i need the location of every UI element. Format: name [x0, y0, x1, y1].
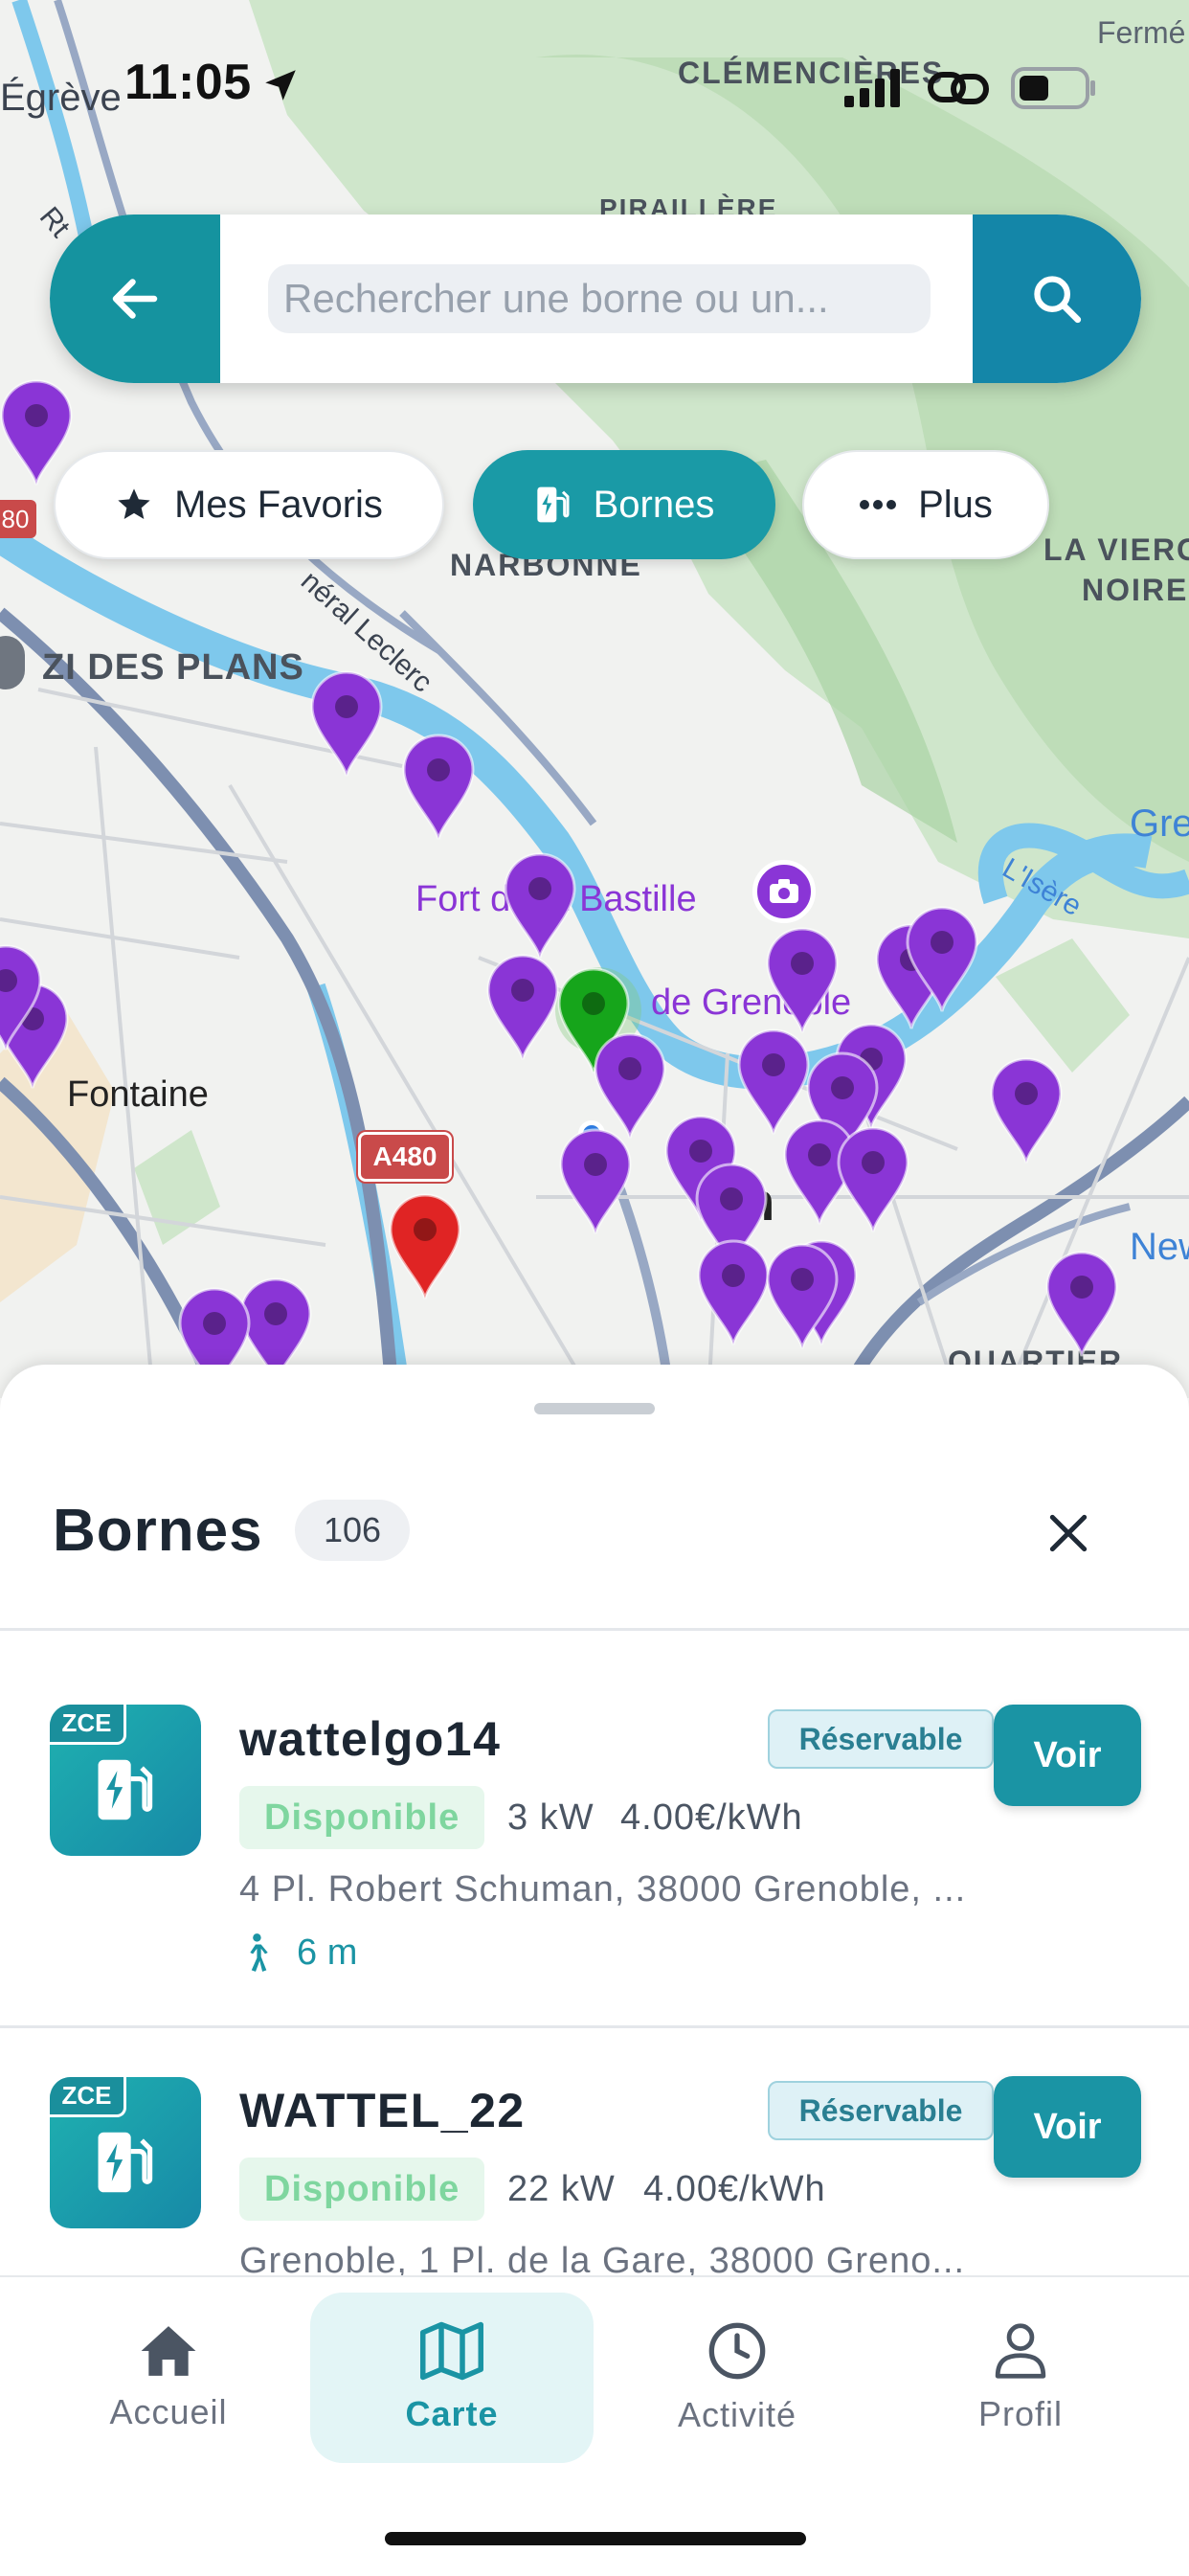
tab-accueil[interactable]: Accueil	[27, 2293, 310, 2463]
station-list-item[interactable]: ZCE wattelgo14 Réservable Voir Disponibl…	[0, 1661, 1189, 2030]
walking-icon	[250, 1933, 268, 1972]
map-icon	[420, 2321, 483, 2381]
charging-station-pin[interactable]	[504, 852, 576, 961]
clock-icon	[708, 2322, 766, 2380]
location-arrow-icon	[260, 65, 301, 110]
station-power: 22 kW	[507, 2169, 616, 2209]
charging-station-pin[interactable]	[906, 906, 978, 1015]
distance-value: 6 m	[297, 1932, 358, 1973]
station-distance: 6 m	[239, 1932, 357, 1974]
count-badge: 106	[295, 1500, 410, 1561]
zce-tag: ZCE	[50, 2077, 126, 2117]
sheet-drag-handle[interactable]	[534, 1403, 655, 1414]
ev-charger-icon	[98, 1759, 153, 1820]
sheet-title: Bornes	[53, 1498, 263, 1564]
view-button[interactable]: Voir	[994, 1705, 1141, 1806]
battery-icon	[1011, 67, 1097, 114]
chip-label: Mes Favoris	[174, 483, 383, 526]
search-icon	[1034, 276, 1082, 324]
map-label: Fontaine	[67, 1074, 209, 1115]
back-button[interactable]	[50, 215, 220, 383]
close-icon	[1049, 1514, 1088, 1552]
map-label: New	[1130, 1226, 1189, 1268]
search-button[interactable]	[973, 215, 1141, 383]
search-bar	[50, 215, 1141, 383]
destination-pin[interactable]	[389, 1193, 461, 1302]
charging-station-pin[interactable]	[0, 944, 42, 1053]
view-button[interactable]: Voir	[994, 2076, 1141, 2178]
charging-station-pin[interactable]	[310, 670, 383, 780]
map-label: Fermé	[1097, 15, 1186, 50]
reservable-badge: Réservable	[768, 2081, 994, 2140]
chip-label: Bornes	[593, 483, 715, 526]
charging-station-pin[interactable]	[486, 954, 559, 1063]
map-view[interactable]: Fermé Égrève CLÉMENCIÈRES PIRAILLÈRE Rt …	[0, 0, 1189, 1398]
status-badge: Disponible	[239, 1786, 485, 1849]
ev-charger-icon	[98, 2132, 153, 2193]
map-label: ZI DES PLANS	[42, 647, 304, 688]
road-shield: 80	[0, 500, 36, 538]
reservable-badge: Réservable	[768, 1709, 994, 1769]
highway-shield: A480	[358, 1132, 452, 1182]
home-indicator	[385, 2532, 806, 2545]
tab-label: Carte	[405, 2394, 499, 2433]
close-button[interactable]	[1034, 1499, 1103, 1568]
map-label: LA VIERG	[1043, 532, 1189, 567]
station-address: 4 Pl. Robert Schuman, 38000 Grenoble, ..…	[239, 1869, 967, 1909]
charging-station-pin[interactable]	[0, 379, 73, 488]
map-label: NOIRE	[1082, 573, 1189, 607]
filter-chip-more[interactable]: Plus	[802, 450, 1049, 559]
tab-carte[interactable]: Carte	[310, 2293, 594, 2463]
station-power: 3 kW	[507, 1797, 594, 1838]
tab-activite[interactable]: Activité	[595, 2293, 879, 2463]
tab-profil[interactable]: Profil	[879, 2293, 1162, 2463]
tab-bar: Accueil Carte Activité Profil	[0, 2275, 1189, 2576]
charging-station-pin[interactable]	[402, 734, 475, 843]
arrow-left-icon	[112, 279, 158, 319]
charging-station-pin[interactable]	[837, 1126, 909, 1235]
station-icon: ZCE	[50, 1705, 201, 1856]
map-label: CLÉMENCIÈRES	[678, 56, 945, 90]
charging-station-pin[interactable]	[697, 1239, 770, 1348]
divider	[0, 1628, 1189, 1631]
charging-station-pin[interactable]	[990, 1057, 1063, 1166]
charging-station-pin[interactable]	[559, 1128, 632, 1237]
filter-chip-bornes[interactable]: Bornes	[473, 450, 775, 559]
divider	[0, 2025, 1189, 2028]
chip-label: Plus	[918, 483, 993, 526]
link-icon	[927, 65, 990, 116]
station-name: wattelgo14	[239, 1712, 502, 1766]
filter-chip-favorites[interactable]: Mes Favoris	[54, 450, 444, 559]
zce-tag: ZCE	[50, 1705, 126, 1745]
station-price: 4.00€/kWh	[643, 2169, 826, 2209]
more-dots-icon	[859, 499, 897, 510]
home-icon	[141, 2326, 196, 2376]
ev-charger-icon	[534, 484, 572, 526]
user-icon	[995, 2323, 1046, 2379]
map-poi-marker	[0, 636, 25, 689]
tab-label: Activité	[677, 2395, 797, 2434]
charging-station-pin[interactable]	[594, 1032, 666, 1141]
status-time: 11:05	[124, 55, 252, 110]
tab-label: Accueil	[109, 2392, 228, 2431]
station-icon: ZCE	[50, 2077, 201, 2228]
camera-poi-icon[interactable]	[752, 860, 816, 923]
charging-station-pin[interactable]	[1045, 1251, 1118, 1360]
station-name: WATTEL_22	[239, 2084, 526, 2137]
tab-label: Profil	[977, 2394, 1064, 2433]
map-label: Égrève	[0, 77, 122, 119]
star-icon	[115, 486, 153, 524]
station-price: 4.00€/kWh	[620, 1797, 803, 1838]
search-input[interactable]	[268, 264, 931, 333]
charging-station-pin[interactable]	[766, 927, 839, 1036]
charging-station-pin[interactable]	[766, 1243, 839, 1352]
status-badge: Disponible	[239, 2158, 485, 2221]
signal-icon	[844, 69, 904, 112]
map-label: Gre	[1130, 802, 1189, 845]
